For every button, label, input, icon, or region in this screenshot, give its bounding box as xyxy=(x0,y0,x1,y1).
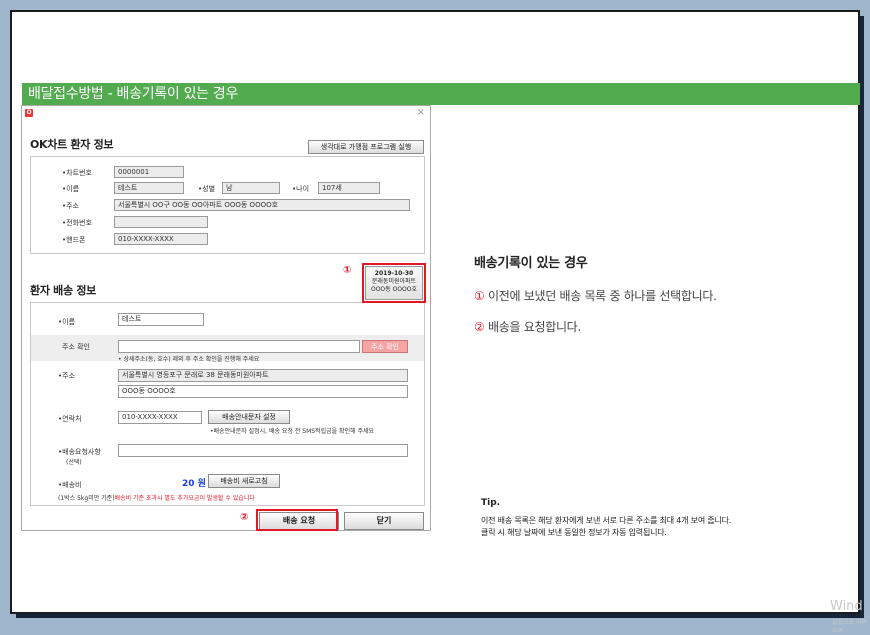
activation-watermark: Wind xyxy=(830,599,863,614)
sms-settings-button[interactable]: 배송안내문자 설정 xyxy=(208,410,290,424)
address-check-button[interactable]: 주소 확인 xyxy=(362,340,408,353)
ok-chart-dialog: O × OK차트 환자 정보 생각대로 가맹점 프로그램 실행 •차트번호 00… xyxy=(21,105,431,531)
step-1: ① 이전에 보냈던 배송 목록 중 하나를 선택합니다. xyxy=(474,287,717,304)
age-field: 107세 xyxy=(318,182,380,194)
tip-line-1: 이전 배송 목록은 해당 환자에게 보낸 서로 다른 주소를 최대 4개 보여 … xyxy=(481,516,732,525)
step-1-text: 이전에 보냈던 배송 목록 중 하나를 선택합니다. xyxy=(484,289,717,303)
address-label: •주소 xyxy=(62,202,80,210)
address-field: 서울특별시 OO구 OO동 OO아파트 OOO동 OOOO호 xyxy=(114,199,410,211)
delivery-section-title: 환자 배송 정보 xyxy=(30,284,96,297)
tip-title: Tip. xyxy=(481,498,501,508)
mobile-label: •핸드폰 xyxy=(62,236,86,244)
panel-title: 배송기록이 있는 경우 xyxy=(474,256,588,271)
fee-value: 20 원 xyxy=(182,479,206,489)
marker-two: ② xyxy=(240,512,249,523)
dialog-close-button[interactable]: 닫기 xyxy=(344,512,424,530)
delivery-name-label: •이름 xyxy=(58,318,76,326)
app-icon: O xyxy=(25,109,33,117)
sms-note: •배송안내문자 설정시, 배송 요청 전 SMS적립금을 확인해 주세요 xyxy=(210,428,375,435)
step-2-text: 배송을 요청합니다. xyxy=(484,320,581,334)
request-sub-label: (선택) xyxy=(66,459,82,466)
close-icon[interactable]: × xyxy=(417,107,425,118)
request-label: •배송요청사항 xyxy=(58,448,101,456)
fee-note-red: 배송비 기준 초과시 별도 추가요금이 발생할 수 있습니다 xyxy=(114,495,255,502)
launch-program-button[interactable]: 생각대로 가맹점 프로그램 실행 xyxy=(308,140,424,154)
delivery-address-label: •주소 xyxy=(58,372,76,380)
phone-label: •전화번호 xyxy=(62,219,92,227)
chart-no-field: 0000001 xyxy=(114,166,184,178)
highlight-request xyxy=(256,509,338,531)
step-2: ② 배송을 요청합니다. xyxy=(474,318,581,335)
marker-one: ① xyxy=(343,265,352,276)
banner-title: 배달접수방법 - 배송기록이 있는 경우 xyxy=(22,83,860,105)
request-input[interactable] xyxy=(118,444,408,457)
age-label: •나이 xyxy=(292,185,310,193)
mobile-field: 010-XXXX-XXXX xyxy=(114,233,208,245)
step-1-number: ① xyxy=(474,289,485,303)
fee-label: •배송비 xyxy=(58,481,82,489)
fee-note: (1박스 5kg미만 기준)배송비 기준 초과시 별도 추가요금이 발생할 수 … xyxy=(58,493,255,502)
contact-label: •연락처 xyxy=(58,415,82,423)
address-note: • 상세주소(동, 호수) 제외 후 주소 확인을 진행해 주세요 xyxy=(118,356,260,363)
tip-line-2: 클릭 시 해당 날짜에 보낸 동일한 정보가 자동 입력됩니다. xyxy=(481,528,667,537)
step-2-number: ② xyxy=(474,320,485,334)
fee-refresh-button[interactable]: 배송비 새로고침 xyxy=(208,474,280,488)
slide-shadow-right xyxy=(860,16,864,618)
gender-label: •성별 xyxy=(198,185,216,193)
delivery-address-line1: 서울특별시 영등포구 문래로 38 문래동미원아파트 xyxy=(118,369,408,382)
name-field: 테스트 xyxy=(114,182,184,194)
name-label: •이름 xyxy=(62,185,80,193)
activation-watermark-sub: 설정으로 이동하여 xyxy=(832,619,868,635)
phone-field xyxy=(114,216,208,228)
highlight-history xyxy=(362,263,426,303)
delivery-address-line2[interactable]: OOO동 OOOO호 xyxy=(118,385,408,398)
patient-section-title: OK차트 환자 정보 xyxy=(30,138,114,151)
fee-note-black: (1박스 5kg미만 기준) xyxy=(58,495,115,502)
slide-shadow-bottom xyxy=(16,614,864,618)
delivery-name-input[interactable]: 테스트 xyxy=(118,313,204,326)
contact-input[interactable]: 010-XXXX-XXXX xyxy=(118,411,202,424)
gender-field: 남 xyxy=(222,182,280,194)
address-check-input[interactable] xyxy=(118,340,360,353)
address-check-label: 주소 확인 xyxy=(62,343,90,351)
chart-no-label: •차트번호 xyxy=(62,169,92,177)
